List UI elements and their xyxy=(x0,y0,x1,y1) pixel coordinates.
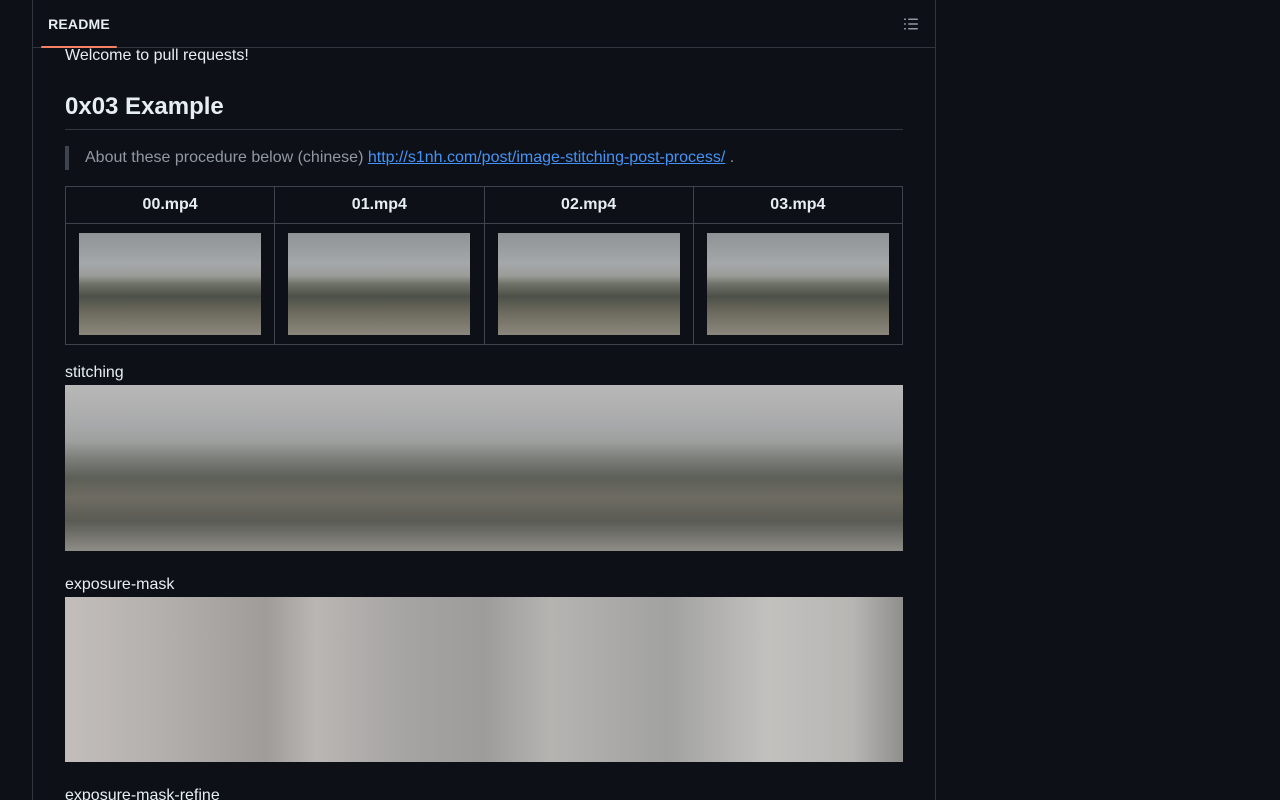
table-header-cell: 00.mp4 xyxy=(64,186,276,224)
active-tab-indicator xyxy=(41,46,117,48)
section-heading: 0x03 Example xyxy=(65,92,903,130)
readme-tab-bar: README xyxy=(33,0,935,48)
table-header-cell: 03.mp4 xyxy=(692,186,904,224)
stitching-label: stitching xyxy=(65,364,124,381)
table-header-row: 00.mp4 01.mp4 02.mp4 03.mp4 xyxy=(64,186,904,224)
video-frames-table: 00.mp4 01.mp4 02.mp4 03.mp4 xyxy=(64,186,904,345)
table-header-cell: 02.mp4 xyxy=(483,186,694,224)
procedure-link[interactable]: http://s1nh.com/post/image-stitching-pos… xyxy=(368,149,726,166)
video-frame-image[interactable] xyxy=(79,233,261,335)
table-header-cell: 01.mp4 xyxy=(274,186,485,224)
stitching-panorama-image[interactable] xyxy=(65,385,903,551)
outline-button[interactable] xyxy=(901,14,921,34)
quote-suffix: . xyxy=(725,149,735,166)
table-row xyxy=(64,223,904,345)
readme-panel: README Welcome to pull requests! 0x03 Ex… xyxy=(32,0,936,800)
list-unordered-icon xyxy=(904,18,918,30)
quote-text: About these procedure below (chinese) xyxy=(85,149,368,166)
procedure-blockquote: About these procedure below (chinese) ht… xyxy=(65,146,734,170)
table-cell xyxy=(64,223,276,345)
exposure-mask-label: exposure-mask xyxy=(65,576,175,593)
table-cell xyxy=(692,223,904,345)
readme-tab[interactable]: README xyxy=(41,0,117,48)
video-frame-image[interactable] xyxy=(706,233,889,335)
exposure-mask-image[interactable] xyxy=(65,597,903,762)
intro-text: Welcome to pull requests! xyxy=(65,47,249,64)
table-cell xyxy=(274,223,485,345)
exposure-mask-refine-label: exposure-mask-refine xyxy=(65,787,220,800)
video-frame-image[interactable] xyxy=(497,233,680,335)
video-frame-image[interactable] xyxy=(288,233,471,335)
table-cell xyxy=(483,223,694,345)
